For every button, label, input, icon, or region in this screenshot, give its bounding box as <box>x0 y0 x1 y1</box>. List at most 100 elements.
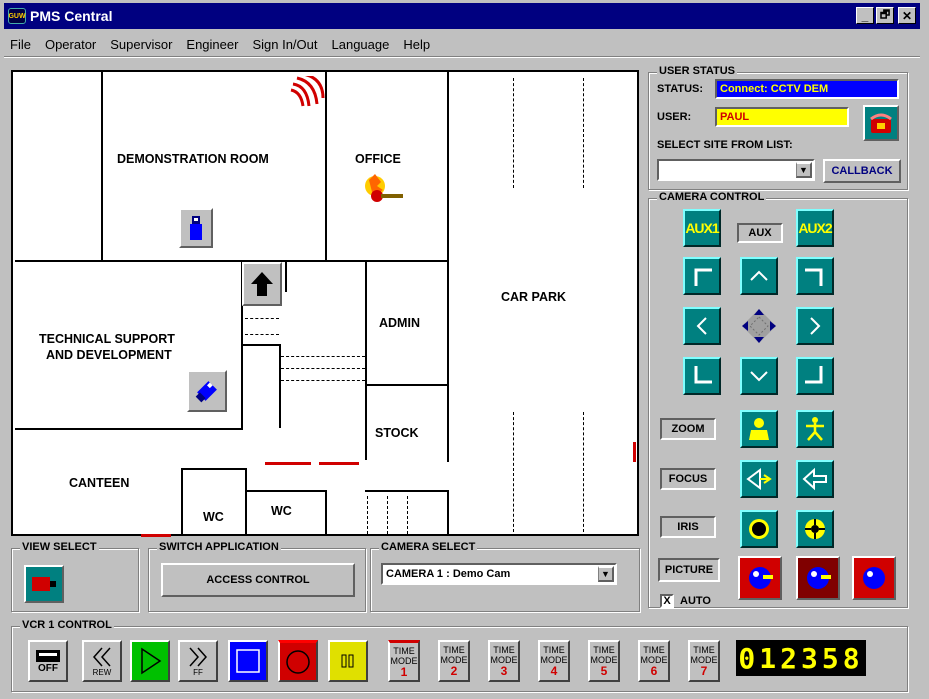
window-title: PMS Central <box>30 8 113 24</box>
tilt-up-button[interactable] <box>740 257 778 295</box>
stop-icon <box>236 649 260 673</box>
camera-lens-icon <box>807 567 831 589</box>
time-mode-1-button[interactable]: TIME MODE 1 <box>388 640 420 682</box>
room-office[interactable]: OFFICE <box>355 152 401 166</box>
time-mode-6-button[interactable]: TIME MODE 6 <box>638 640 670 682</box>
menu-help[interactable]: Help <box>403 37 430 52</box>
user-label: USER: <box>657 111 692 123</box>
menu-divider <box>4 56 920 58</box>
camera-control-label: CAMERA CONTROL <box>657 191 767 203</box>
time-mode-number: 6 <box>650 664 658 678</box>
room-stock[interactable]: STOCK <box>375 426 419 440</box>
camera-dropdown-value: CAMERA 1 : Demo Cam <box>386 568 511 580</box>
close-button[interactable]: ✕ <box>898 7 916 24</box>
room-canteen[interactable]: CANTEEN <box>69 476 129 490</box>
status-label: STATUS: <box>657 83 704 95</box>
zoom-label: ZOOM <box>660 418 716 440</box>
fast-forward-icon <box>189 647 208 666</box>
pan-down-left-button[interactable] <box>683 357 721 395</box>
room-technical-support-line2[interactable]: AND DEVELOPMENT <box>46 348 172 362</box>
vcr-pause-button[interactable] <box>328 640 368 682</box>
minimize-button[interactable]: _ <box>856 7 874 24</box>
alarm-marker <box>265 462 311 465</box>
camera-device-icon[interactable] <box>179 208 213 248</box>
time-mode-3-button[interactable]: TIME MODE 3 <box>488 640 520 682</box>
pan-down-right-button[interactable] <box>796 357 834 395</box>
time-mode-2-button[interactable]: TIME MODE 2 <box>438 640 470 682</box>
focus-near-button[interactable] <box>740 460 778 498</box>
menu-sign-in-out[interactable]: Sign In/Out <box>252 37 317 52</box>
camera-lens-icon <box>749 567 773 589</box>
picture-button-1[interactable] <box>738 556 782 600</box>
time-mode-7-button[interactable]: TIME MODE 7 <box>688 640 720 682</box>
time-mode-number: 4 <box>550 664 558 678</box>
vcr-play-button[interactable] <box>130 640 170 682</box>
vcr-fast-forward-button[interactable]: FF <box>178 640 218 682</box>
auto-checkbox[interactable]: X <box>660 594 674 608</box>
user-status-group: USER STATUS STATUS: Connect: CCTV DEM US… <box>648 65 908 190</box>
access-control-button[interactable]: ACCESS CONTROL <box>161 563 355 597</box>
up-arrow-icon[interactable] <box>242 262 282 306</box>
time-mode-number: 7 <box>700 664 708 678</box>
vcr-control-label: VCR 1 CONTROL <box>20 619 114 631</box>
room-wc-1[interactable]: WC <box>203 510 224 524</box>
room-admin[interactable]: ADMIN <box>379 316 420 330</box>
alarm-marker <box>141 534 171 537</box>
home-center-icon[interactable] <box>740 307 778 345</box>
person-zoom-out-icon <box>806 417 824 441</box>
iris-open-button[interactable] <box>796 510 834 548</box>
menu-supervisor[interactable]: Supervisor <box>110 37 172 52</box>
menu-engineer[interactable]: Engineer <box>186 37 238 52</box>
room-car-park[interactable]: CAR PARK <box>501 290 566 304</box>
time-mode-number: 3 <box>500 664 508 678</box>
time-mode-number: 2 <box>450 664 458 678</box>
camera-device-icon[interactable] <box>187 370 227 412</box>
chevron-left-icon <box>696 317 707 335</box>
site-dropdown[interactable]: ▼ <box>657 159 815 181</box>
callback-button[interactable]: CALLBACK <box>823 159 901 183</box>
pan-left-button[interactable] <box>683 307 721 345</box>
menu-language[interactable]: Language <box>332 37 390 52</box>
camera-dropdown[interactable]: CAMERA 1 : Demo Cam ▼ <box>381 563 617 585</box>
focus-far-button[interactable] <box>796 460 834 498</box>
vcr-stop-button[interactable] <box>228 640 268 682</box>
room-wc-2[interactable]: WC <box>271 504 292 518</box>
zoom-out-button[interactable] <box>796 410 834 448</box>
vcr-record-button[interactable] <box>278 640 318 682</box>
focus-label: FOCUS <box>660 468 716 490</box>
picture-button-3[interactable] <box>852 556 896 600</box>
time-mode-number: 1 <box>400 664 408 679</box>
menu-operator[interactable]: Operator <box>45 37 96 52</box>
iris-close-icon <box>749 519 769 539</box>
vcr-rewind-button[interactable]: REW <box>82 640 122 682</box>
chevron-down-icon[interactable]: ▼ <box>598 566 614 582</box>
user-field: PAUL <box>715 107 849 127</box>
pan-right-button[interactable] <box>796 307 834 345</box>
picture-button-2[interactable] <box>796 556 840 600</box>
zoom-in-button[interactable] <box>740 410 778 448</box>
time-mode-4-button[interactable]: TIME MODE 4 <box>538 640 570 682</box>
view-select-button[interactable] <box>24 565 64 603</box>
time-mode-5-button[interactable]: TIME MODE 5 <box>588 640 620 682</box>
phone-button[interactable] <box>863 105 899 141</box>
pause-icon <box>341 654 354 668</box>
vcr-deck-icon <box>36 649 60 662</box>
chevron-down-icon[interactable]: ▼ <box>796 162 812 178</box>
menu-file[interactable]: File <box>10 37 31 52</box>
fire-alarm-icon[interactable] <box>359 172 405 209</box>
iris-close-button[interactable] <box>740 510 778 548</box>
rewind-label: REW <box>92 667 112 677</box>
aux1-button[interactable]: AUX1 <box>683 209 721 247</box>
room-demonstration[interactable]: DEMONSTRATION ROOM <box>117 152 269 166</box>
aux2-button[interactable]: AUX2 <box>796 209 834 247</box>
alarm-siren-icon[interactable] <box>287 72 327 113</box>
chevron-right-icon <box>810 317 821 335</box>
chevron-down-icon <box>750 371 768 382</box>
pan-up-right-button[interactable] <box>796 257 834 295</box>
room-technical-support[interactable]: TECHNICAL SUPPORT <box>39 332 175 346</box>
tilt-down-button[interactable] <box>740 357 778 395</box>
pan-up-left-button[interactable] <box>683 257 721 295</box>
vcr-off-button[interactable]: OFF <box>28 640 68 682</box>
restore-button[interactable]: 🗗 <box>876 7 894 24</box>
iris-label: IRIS <box>660 516 716 538</box>
